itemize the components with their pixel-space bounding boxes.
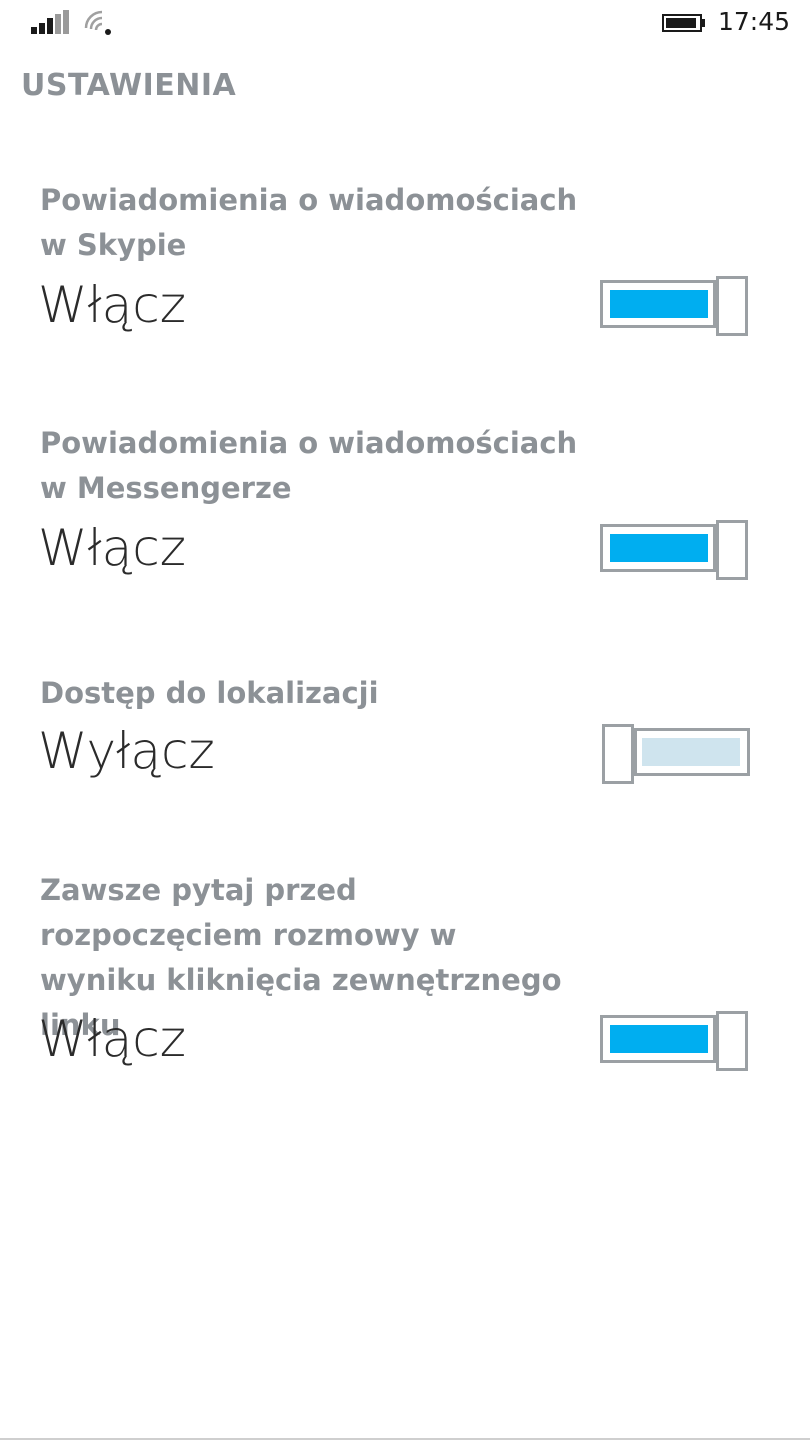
- toggle-thumb: [602, 724, 634, 784]
- skype-notifications-toggle[interactable]: [600, 276, 750, 336]
- toggle-thumb: [716, 520, 748, 580]
- clock: 17:45: [718, 7, 791, 36]
- status-bar: 17:45: [0, 0, 810, 50]
- setting-label: Powiadomienia o wiadomościach w Messenge…: [40, 426, 578, 505]
- toggle-fill: [610, 1025, 708, 1053]
- toggle-fill: [610, 290, 708, 318]
- toggle-thumb: [716, 276, 748, 336]
- setting-value: Włącz: [38, 519, 187, 577]
- toggle-thumb: [716, 1011, 748, 1071]
- setting-value: Włącz: [38, 276, 187, 334]
- signal-bars-icon: [31, 10, 71, 34]
- setting-value: Wyłącz: [38, 722, 215, 780]
- page-title: USTAWIENIA: [21, 68, 237, 103]
- toggle-fill: [610, 534, 708, 562]
- setting-value: Włącz: [38, 1010, 187, 1068]
- setting-label: Dostęp do lokalizacji: [40, 676, 379, 710]
- location-access-toggle[interactable]: [600, 724, 750, 784]
- wifi-icon: [84, 10, 114, 36]
- external-link-prompt-toggle[interactable]: [600, 1011, 750, 1071]
- battery-icon: [662, 14, 706, 32]
- toggle-fill: [642, 738, 740, 766]
- setting-label: Powiadomienia o wiadomościach w Skypie: [40, 183, 578, 262]
- messenger-notifications-toggle[interactable]: [600, 520, 750, 580]
